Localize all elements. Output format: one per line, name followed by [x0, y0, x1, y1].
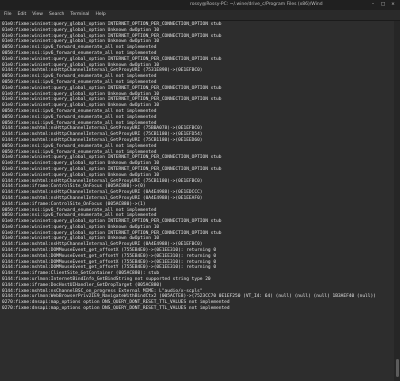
window-controls: – □ ×	[370, 0, 396, 10]
terminal-line: 0270:fixme:dnsapi:map_options option DNS…	[2, 306, 230, 312]
vertical-scrollbar[interactable]	[394, 21, 400, 381]
menu-bar: File Edit View Search Terminal Help	[0, 10, 400, 21]
menu-file[interactable]: File	[4, 10, 12, 20]
minimize-icon[interactable]: –	[370, 0, 376, 10]
terminal-window: rossy@Rossy-PC: ~/.wine/drive_c/Program …	[0, 0, 400, 381]
terminal-output[interactable]: 01e0:fixme:wininet:query_global_option I…	[0, 21, 394, 381]
maximize-icon[interactable]: □	[380, 0, 386, 10]
menu-search[interactable]: Search	[49, 10, 64, 20]
menu-edit[interactable]: Edit	[18, 10, 27, 20]
menu-help[interactable]: Help	[95, 10, 105, 20]
scrollbar-thumb[interactable]	[396, 359, 399, 377]
window-title: rossy@Rossy-PC: ~/.wine/drive_c/Program …	[190, 2, 323, 7]
menu-view[interactable]: View	[32, 10, 43, 20]
menu-terminal[interactable]: Terminal	[70, 10, 89, 20]
title-bar[interactable]: rossy@Rossy-PC: ~/.wine/drive_c/Program …	[0, 0, 400, 10]
close-icon[interactable]: ×	[390, 0, 396, 10]
